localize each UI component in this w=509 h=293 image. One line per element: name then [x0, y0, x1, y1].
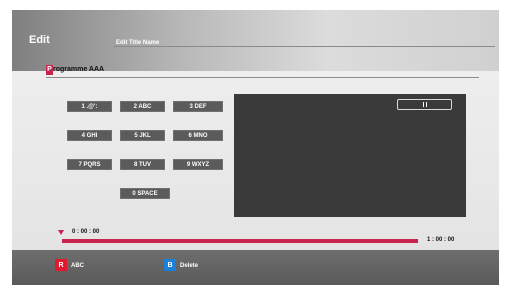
end-time: 1 : 00 : 00 [427, 237, 455, 243]
key-0[interactable]: 0 SPACE [120, 188, 170, 199]
key-9[interactable]: 9 WXYZ [173, 159, 223, 170]
pause-icon [422, 102, 424, 107]
title-input[interactable]: P rogramme AAA [46, 62, 104, 77]
title-input-value: rogramme AAA [53, 66, 105, 73]
pause-icon-bar [425, 102, 427, 107]
input-underline [46, 77, 479, 78]
key-6[interactable]: 6 MNO [173, 130, 223, 141]
header-divider [114, 46, 495, 47]
red-button[interactable]: R [55, 259, 67, 271]
key-2[interactable]: 2 ABC [120, 101, 165, 112]
cursor-character: P [47, 66, 52, 73]
key-1[interactable]: 1 .@': [67, 101, 112, 112]
position-marker-icon [58, 230, 64, 235]
pause-button[interactable] [397, 99, 452, 110]
video-preview [234, 94, 466, 217]
page-title: Edit [29, 34, 50, 46]
key-7[interactable]: 7 PQRS [67, 159, 112, 170]
blue-button[interactable]: B [164, 259, 176, 271]
key-8[interactable]: 8 TUV [120, 159, 165, 170]
footer-bar [12, 250, 499, 285]
key-3[interactable]: 3 DEF [173, 101, 223, 112]
red-button-label: ABC [71, 263, 84, 269]
blue-button-label: Delete [180, 263, 199, 269]
start-time: 0 : 00 : 00 [72, 229, 100, 235]
key-5[interactable]: 5 JKL [120, 130, 165, 141]
progress-bar[interactable] [62, 239, 418, 243]
key-4[interactable]: 4 GHI [67, 130, 112, 141]
